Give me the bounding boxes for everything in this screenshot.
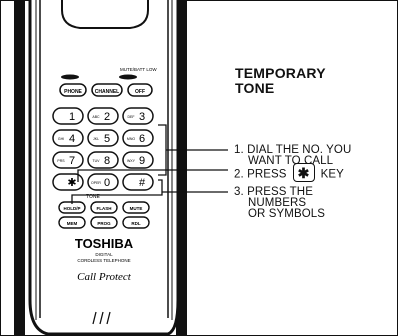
step-3: 3. PRESS THE NUMBERS OR SYMBOLS [234, 186, 326, 220]
keypad-key-number: 2 [104, 111, 110, 123]
model-line-1: DIGITAL [95, 252, 113, 257]
keypad-key-letters: DEF [128, 115, 135, 119]
title-line-2: TONE [235, 80, 275, 96]
section-title: TEMPORARY TONE [235, 66, 326, 96]
keypad-key-number: 1 [69, 111, 75, 123]
keypad-key-number: 9 [139, 155, 145, 167]
keypad-key-number: 6 [139, 133, 145, 145]
phone-key-label: PHONE [64, 89, 82, 95]
keypad-key-number: 8 [104, 155, 110, 167]
keypad-key-number: 7 [69, 155, 75, 167]
function-keys: PHONE CHANNEL OFF [59, 83, 153, 97]
led-right [119, 74, 137, 80]
led-left [61, 74, 79, 80]
function-key-label: FLASH [97, 206, 112, 211]
star-key-icon: ✱ [292, 163, 315, 182]
title-line-1: TEMPORARY [235, 65, 326, 81]
off-key-label: OFF [135, 89, 145, 95]
keypad-key-number: 0 [104, 177, 110, 189]
step-2: 2. PRESS ✱ KEY [234, 163, 344, 184]
keypad-key-number: # [139, 177, 146, 189]
keypad-key-letters: MNO [127, 137, 135, 141]
keypad-key-letters: OPER [91, 181, 101, 185]
call-protect-logo: Call Protect [77, 271, 132, 283]
keypad-key-number: 5 [104, 133, 110, 145]
indicator-label: MUTE/BATT LOW [120, 67, 157, 72]
keypad-key-letters: GHI [58, 137, 64, 141]
step-2-key-word: KEY [320, 168, 344, 181]
keypad-key-letters: ABC [92, 115, 100, 119]
function-key-label: HOLD/P [63, 206, 80, 211]
function-key-label: PROG [97, 221, 111, 226]
keypad-key-letters: WXY [127, 159, 136, 163]
step-1: 1. DIAL THE NO. YOU WANT TO CALL [234, 144, 351, 167]
keypad-key-number: ✱ [67, 177, 76, 189]
step-3-line-3: OR SYMBOLS [248, 208, 326, 220]
function-key-label: MUTE [130, 206, 143, 211]
step-2-text: 2. PRESS [234, 168, 287, 181]
keypad-key-letters: TUV [93, 159, 101, 163]
channel-key-label: CHANNEL [95, 89, 119, 95]
function-key-label: RDL [131, 221, 140, 226]
brand-logo: TOSHIBA [75, 236, 134, 251]
keypad-key-number: 3 [139, 111, 145, 123]
model-line-2: CORDLESS TELEPHONE [77, 258, 130, 263]
function-key-label: MEM [67, 221, 78, 226]
keypad-key-letters: PRS [57, 159, 65, 163]
keypad-key-number: 4 [69, 133, 75, 145]
keypad-key-letters: JKL [93, 137, 99, 141]
